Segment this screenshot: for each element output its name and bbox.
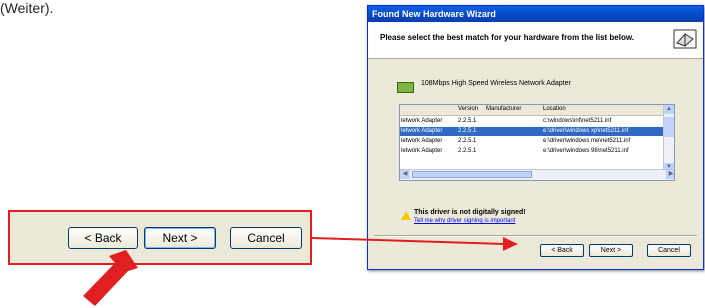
annotation-overlay [83,237,518,306]
connector-arrow [311,237,518,251]
pointer-arrow [83,250,138,306]
